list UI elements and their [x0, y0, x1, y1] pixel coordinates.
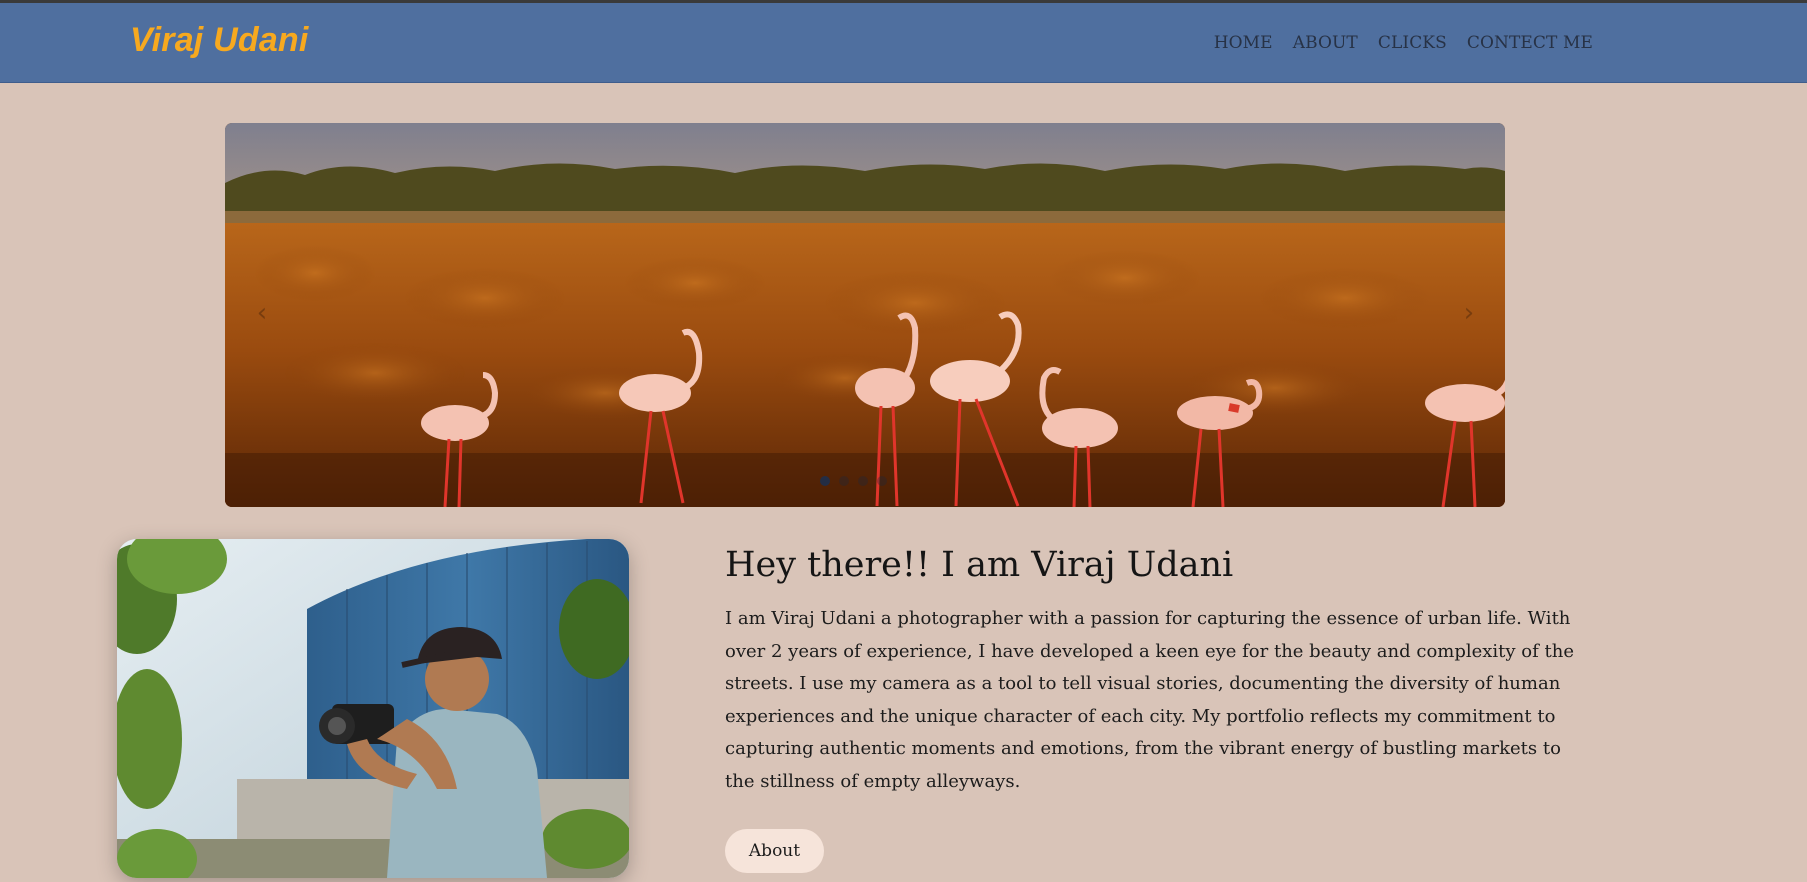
carousel-indicators — [820, 476, 887, 486]
carousel-slide-image — [225, 123, 1505, 507]
about-button[interactable]: About — [725, 829, 824, 873]
nav-clicks-link[interactable]: CLICKS — [1378, 33, 1447, 53]
carousel-next-button[interactable]: › — [1452, 293, 1486, 333]
about-heading: Hey there!! I am Viraj Udani — [725, 545, 1234, 585]
brand-logo[interactable]: Viraj Udani — [130, 21, 309, 60]
nav-contact-link[interactable]: CONTECT ME — [1467, 33, 1593, 53]
carousel-indicator-2[interactable] — [839, 476, 849, 486]
about-paragraph: I am Viraj Udani a photographer with a p… — [725, 608, 1575, 792]
photographer-portrait — [117, 539, 629, 878]
chevron-left-icon: ‹ — [256, 298, 268, 328]
carousel-indicator-4[interactable] — [877, 476, 887, 486]
carousel-indicator-3[interactable] — [858, 476, 868, 486]
main-nav: HOME ABOUT CLICKS CONTECT ME — [1214, 33, 1593, 53]
hero-carousel[interactable] — [225, 123, 1505, 507]
portrait-image — [117, 539, 629, 878]
navbar: Viraj Udani HOME ABOUT CLICKS CONTECT ME — [0, 3, 1807, 83]
nav-home-link[interactable]: HOME — [1214, 33, 1273, 53]
nav-about-link[interactable]: ABOUT — [1293, 33, 1358, 53]
carousel-indicator-1[interactable] — [820, 476, 830, 486]
carousel-prev-button[interactable]: ‹ — [245, 293, 279, 333]
chevron-right-icon: › — [1463, 298, 1475, 328]
